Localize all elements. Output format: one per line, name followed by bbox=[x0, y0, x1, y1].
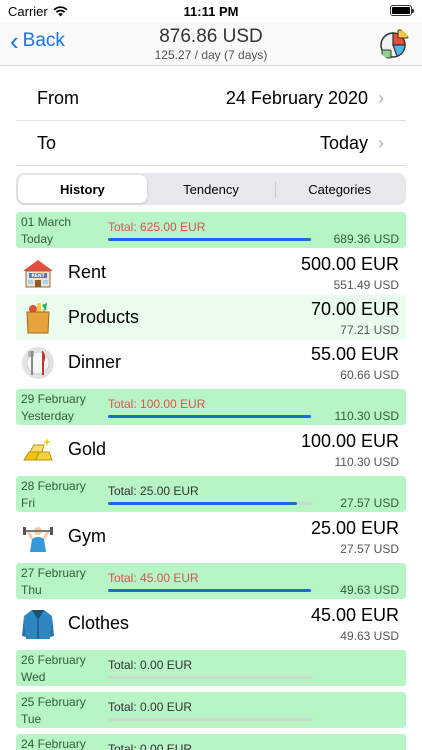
jacket-icon bbox=[20, 606, 56, 642]
day-total: Total: 625.00 EUR bbox=[108, 220, 206, 234]
expense-row[interactable]: Gym 25.00 EUR 27.57 USD bbox=[16, 514, 406, 559]
navigation-bar: ‹ Back 876.86 USD 125.27 / day (7 days) bbox=[0, 22, 422, 66]
dumbbell-icon bbox=[20, 519, 56, 555]
day-progress-bar bbox=[108, 589, 313, 592]
expense-amount: 45.00 EUR bbox=[310, 605, 399, 625]
expense-category: Gym bbox=[68, 526, 106, 546]
view-segmented-control: History Tendency Categories bbox=[16, 173, 406, 205]
day-progress-bar bbox=[108, 415, 313, 418]
tab-history[interactable]: History bbox=[18, 175, 147, 203]
day-date: 24 February bbox=[21, 737, 86, 750]
expense-row[interactable]: Clothes 45.00 EUR 49.63 USD bbox=[16, 601, 406, 646]
to-date-value: Today bbox=[319, 132, 368, 153]
day-header[interactable]: 01 March Today Total: 625.00 EUR 689.36 USD bbox=[16, 212, 406, 248]
day-header[interactable]: 29 February Yesterday Total: 100.00 EUR 110… bbox=[16, 389, 406, 425]
day-total: Total: 25.00 EUR bbox=[108, 484, 199, 498]
day-total: Total: 45.00 EUR bbox=[108, 571, 199, 585]
expense-category: Products bbox=[68, 307, 140, 327]
expense-row[interactable]: Dinner 55.00 EUR 60.66 USD bbox=[16, 340, 406, 385]
day-weekday: Fri bbox=[21, 496, 35, 510]
clock: 11:11 PM bbox=[183, 4, 239, 19]
expense-category: Clothes bbox=[68, 613, 130, 633]
day-date: 25 February bbox=[21, 695, 86, 709]
expense-amount-usd: 77.21 USD bbox=[340, 323, 399, 337]
day-total-usd: 27.57 USD bbox=[340, 496, 399, 510]
expense-amount-usd: 27.57 USD bbox=[340, 542, 399, 556]
day-header[interactable]: 25 February Tue Total: 0.00 EUR bbox=[16, 692, 406, 728]
battery-icon bbox=[390, 5, 414, 16]
day-progress-bar bbox=[108, 718, 313, 721]
expense-amount: 70.00 EUR bbox=[310, 299, 399, 319]
day-total: Total: 0.00 EUR bbox=[108, 658, 193, 672]
expense-amount: 100.00 EUR bbox=[300, 431, 399, 451]
day-header[interactable]: 27 February Thu Total: 45.00 EUR 49.63 USD bbox=[16, 563, 406, 599]
expense-amount: 25.00 EUR bbox=[310, 518, 399, 538]
day-date: 29 February bbox=[21, 392, 86, 406]
day-weekday: Thu bbox=[21, 583, 42, 597]
grocery-bag-icon bbox=[20, 300, 56, 336]
day-weekday: Wed bbox=[21, 670, 46, 684]
tab-categories[interactable]: Categories bbox=[275, 175, 404, 203]
day-progress-bar bbox=[108, 676, 313, 679]
day-progress-bar bbox=[108, 502, 313, 505]
plate-cutlery-icon bbox=[20, 345, 56, 381]
page-subtitle: 125.27 / day (7 days) bbox=[154, 48, 268, 62]
pie-chart-icon[interactable] bbox=[378, 28, 410, 60]
page-title: 876.86 USD bbox=[159, 26, 263, 47]
chevron-right-icon: › bbox=[378, 87, 384, 108]
status-bar: Carrier 11:11 PM bbox=[0, 0, 422, 22]
day-weekday: Tue bbox=[21, 712, 42, 726]
to-date-row[interactable]: To Today › bbox=[16, 121, 406, 166]
expense-row[interactable]: RENT Rent 500.00 EUR 551.49 USD bbox=[16, 250, 406, 295]
svg-text:RENT: RENT bbox=[31, 273, 45, 279]
house-icon: RENT bbox=[20, 255, 56, 291]
day-header[interactable]: 28 February Fri Total: 25.00 EUR 27.57 USD bbox=[16, 476, 406, 512]
to-label: To bbox=[37, 132, 57, 153]
expense-amount: 500.00 EUR bbox=[300, 254, 399, 274]
day-total: Total: 0.00 EUR bbox=[108, 700, 193, 714]
expense-row[interactable]: Gold 100.00 EUR 110.30 USD bbox=[16, 427, 406, 472]
day-header[interactable]: 24 FebruaryMonTotal: 0.00 EUR bbox=[16, 734, 406, 750]
expense-list[interactable]: 01 March Today Total: 625.00 EUR 689.36 USD… bbox=[16, 212, 406, 750]
day-total: Total: 100.00 EUR bbox=[108, 397, 206, 411]
day-date: 28 February bbox=[21, 479, 86, 493]
expense-amount-usd: 110.30 USD bbox=[334, 455, 399, 469]
day-date: 26 February bbox=[21, 653, 86, 667]
expense-amount-usd: 60.66 USD bbox=[340, 368, 399, 382]
from-date-row[interactable]: From 24 February 2020 › bbox=[16, 76, 406, 121]
from-date-value: 24 February 2020 bbox=[225, 87, 368, 108]
expense-category: Dinner bbox=[68, 352, 122, 372]
expense-category: Gold bbox=[68, 439, 107, 459]
day-weekday: Today bbox=[21, 232, 54, 246]
chevron-right-icon: › bbox=[378, 132, 384, 153]
day-total-usd: 110.30 USD bbox=[334, 409, 399, 423]
day-weekday: Yesterday bbox=[21, 409, 74, 423]
gold-bars-icon bbox=[20, 432, 56, 468]
from-label: From bbox=[37, 87, 79, 108]
day-date: 27 February bbox=[21, 566, 86, 580]
day-total-usd: 689.36 USD bbox=[333, 232, 399, 246]
day-total: Total: 0.00 EUR bbox=[108, 742, 193, 750]
expense-amount-usd: 49.63 USD bbox=[340, 629, 399, 643]
expense-category: Rent bbox=[68, 262, 107, 282]
day-header[interactable]: 26 February Wed Total: 0.00 EUR bbox=[16, 650, 406, 686]
tab-tendency[interactable]: Tendency bbox=[147, 175, 276, 203]
expense-amount: 55.00 EUR bbox=[310, 344, 399, 364]
day-progress-bar bbox=[108, 238, 313, 241]
day-total-usd: 49.63 USD bbox=[340, 583, 399, 597]
day-date: 01 March bbox=[21, 215, 72, 229]
expense-row[interactable]: Products 70.00 EUR 77.21 USD bbox=[16, 295, 406, 340]
expense-amount-usd: 551.49 USD bbox=[333, 278, 399, 292]
